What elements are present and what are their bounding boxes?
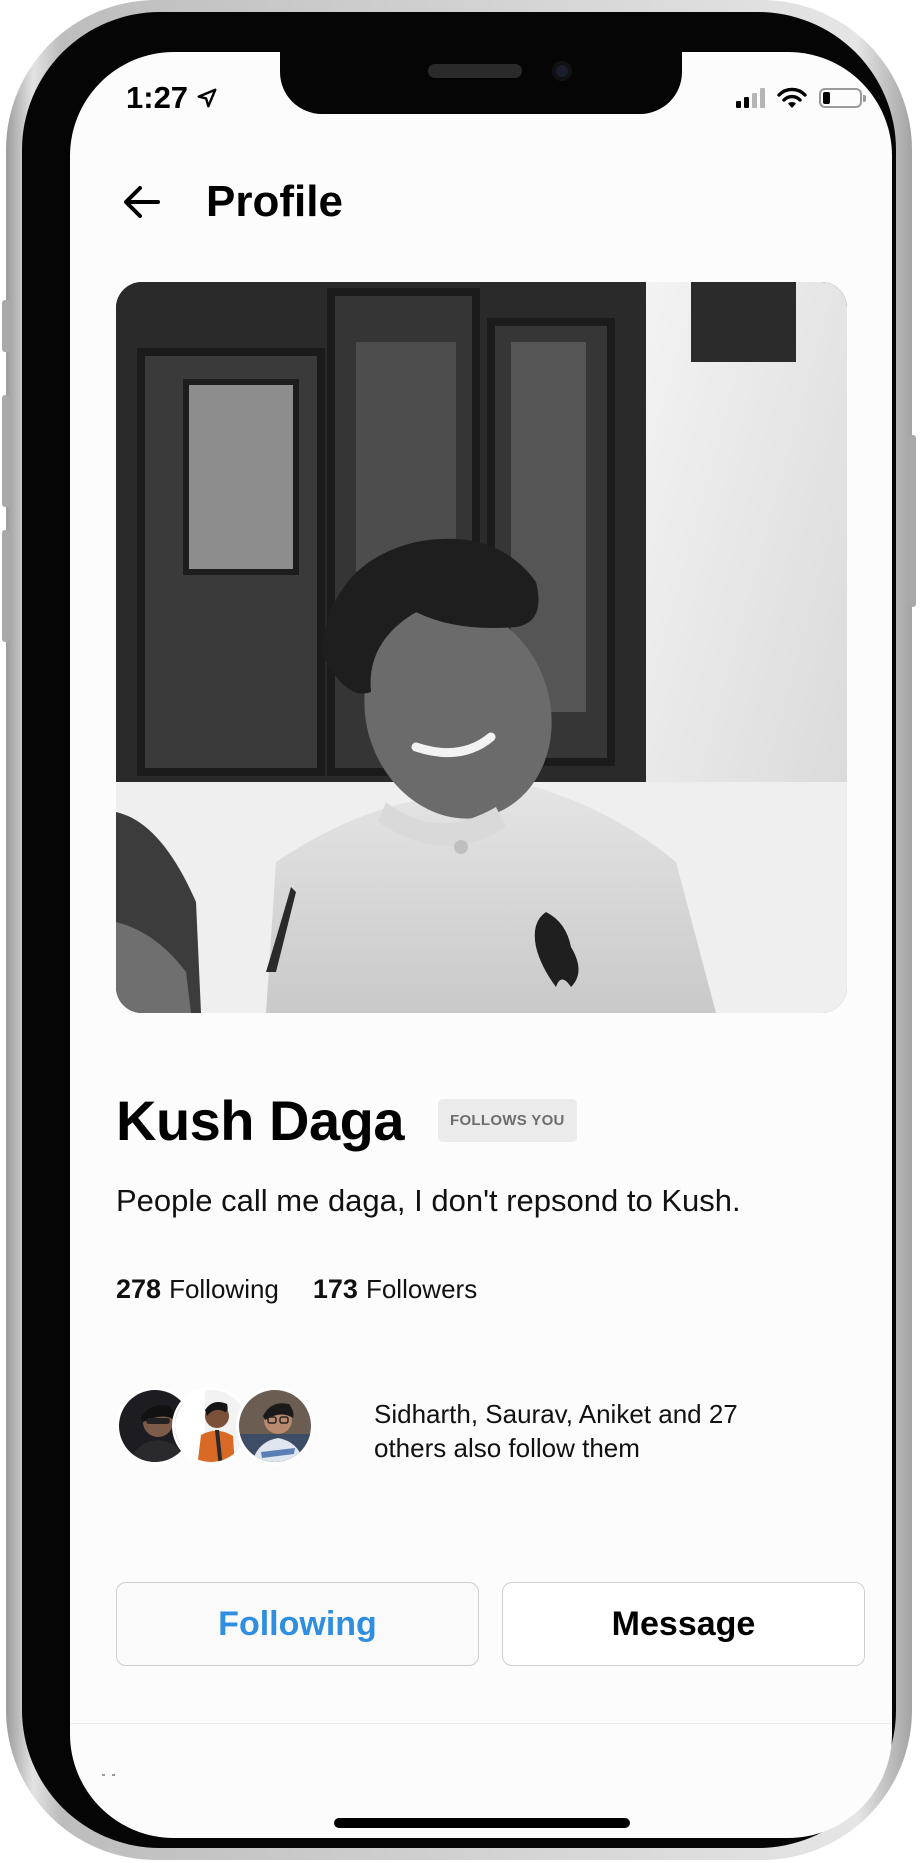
cellular-signal-icon xyxy=(736,88,765,108)
profile-name: Kush Daga xyxy=(116,1089,405,1152)
follows-you-badge: FOLLOWS YOU xyxy=(438,1099,577,1142)
battery-nub xyxy=(863,95,866,102)
profile-photo xyxy=(116,282,847,1013)
section-divider xyxy=(70,1723,892,1724)
mute-switch xyxy=(2,300,10,352)
battery-icon xyxy=(819,88,866,108)
status-indicators xyxy=(736,87,866,109)
followers-count[interactable]: 173 xyxy=(313,1274,358,1305)
following-button[interactable]: Following xyxy=(116,1582,479,1666)
avatar-mutual-3 xyxy=(236,1387,314,1465)
phone-bezel: 1:27 Profile Kush Daga FOLLOWS YOU Peopl… xyxy=(22,12,896,1848)
message-button[interactable]: Message xyxy=(502,1582,865,1666)
home-indicator[interactable] xyxy=(334,1818,630,1828)
mutual-followers-text: Sidharth, Saurav, Aniket and 27 others a… xyxy=(374,1399,738,1463)
following-label[interactable]: Following xyxy=(169,1274,279,1305)
screen: 1:27 Profile Kush Daga FOLLOWS YOU Peopl… xyxy=(70,52,892,1838)
volume-down-button xyxy=(2,530,10,642)
followers-label[interactable]: Followers xyxy=(366,1274,477,1305)
wifi-icon xyxy=(777,87,807,108)
profile-stats: 278 Following 173 Followers xyxy=(116,1274,477,1305)
status-time-text: 1:27 xyxy=(126,80,189,115)
profile-bio: People call me daga, I don't repsond to … xyxy=(116,1183,741,1218)
front-camera xyxy=(552,61,572,81)
speaker-grille xyxy=(428,64,522,78)
following-count[interactable]: 278 xyxy=(116,1274,161,1305)
status-time: 1:27 xyxy=(126,80,218,116)
profile-photo-image xyxy=(116,282,847,1013)
name-row: Kush Daga FOLLOWS YOU xyxy=(116,1088,577,1153)
volume-up-button xyxy=(2,395,10,507)
page-title: Profile xyxy=(206,177,343,226)
avatar-image-3 xyxy=(239,1390,311,1462)
battery-level xyxy=(823,92,830,104)
back-arrow-icon[interactable] xyxy=(118,178,166,226)
location-arrow-icon xyxy=(197,88,217,108)
notch xyxy=(280,52,682,114)
header: Profile xyxy=(118,177,343,227)
power-button xyxy=(908,435,916,607)
phone-frame: 1:27 Profile Kush Daga FOLLOWS YOU Peopl… xyxy=(2,0,916,1860)
mutual-followers[interactable]: Sidharth, Saurav, Aniket and 27 others a… xyxy=(116,1387,847,1467)
bottom-section-hint xyxy=(102,1764,122,1776)
